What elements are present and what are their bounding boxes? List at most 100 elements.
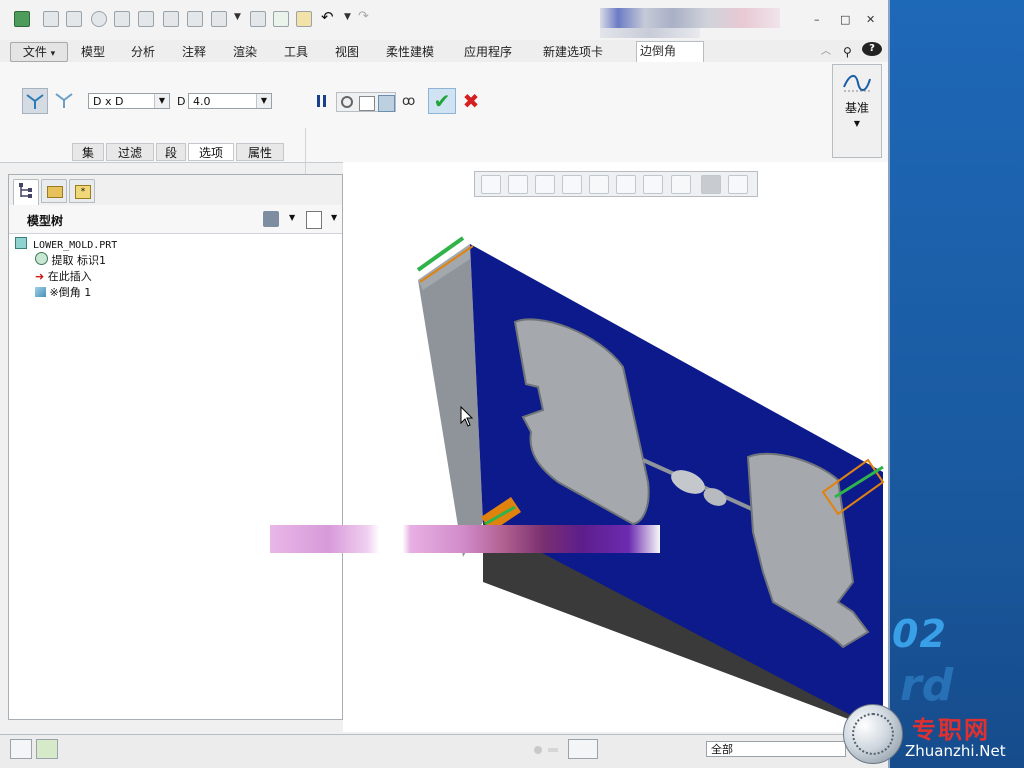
favorites-icon: *: [75, 185, 91, 199]
site-name-cn: 专职网: [912, 716, 990, 744]
tree-item-label: 提取 标识1: [51, 254, 107, 267]
model-tree-header: 模型树 ▼ ▼: [9, 205, 342, 234]
tab-model-tree[interactable]: [13, 179, 39, 205]
brand-number: 02: [892, 612, 947, 656]
edit-icon[interactable]: [250, 11, 266, 27]
chevron-down-icon[interactable]: ▼: [331, 213, 337, 222]
chevron-down-icon[interactable]: ▼: [234, 12, 242, 28]
partial-preview-icon[interactable]: [359, 96, 375, 111]
subtab-sets[interactable]: 集: [72, 143, 104, 161]
progress-bar: [548, 748, 558, 752]
tree-icon: [19, 183, 32, 198]
tab-tools[interactable]: 工具: [281, 43, 311, 61]
mold-model: [416, 236, 885, 732]
saved-views-icon[interactable]: [616, 175, 636, 194]
tree-item-extract[interactable]: 提取 标识1: [35, 252, 106, 268]
tree-item-label: 在此插入: [47, 270, 92, 283]
creo-window: ▼ ↶ ▼ ↷ – □ ✕ 文件 ▾ 模型 分析 注释 渲染 工具 视图 柔性建…: [0, 0, 890, 768]
new-file-icon[interactable]: [43, 11, 59, 27]
datum-button[interactable]: 基准 ▼: [832, 64, 882, 158]
verify-icon[interactable]: [273, 11, 289, 27]
datum-display-icon[interactable]: [671, 175, 691, 194]
tab-favorites[interactable]: *: [69, 179, 95, 203]
tab-new-tab[interactable]: 新建选项卡: [540, 43, 606, 61]
tree-settings-icon[interactable]: [263, 211, 279, 227]
tree-item-part[interactable]: LOWER_MOLD.PRT: [15, 237, 117, 251]
constant-round-icon[interactable]: [22, 88, 48, 114]
display-style-icon[interactable]: [589, 175, 609, 194]
insert-here-arrow-icon: ➜: [35, 270, 45, 283]
close-button[interactable]: ✕: [866, 13, 875, 26]
repaint-icon[interactable]: [562, 175, 582, 194]
tab-file[interactable]: 文件 ▾: [10, 42, 68, 62]
search-icon[interactable]: ⚲: [840, 43, 855, 61]
windows-icon[interactable]: [211, 11, 227, 27]
accept-button[interactable]: ✔: [428, 88, 456, 114]
help-icon[interactable]: ?: [862, 42, 882, 56]
tab-edge-round[interactable]: 边倒角: [636, 41, 704, 62]
zoom-in-icon[interactable]: [508, 175, 528, 194]
no-preview-icon[interactable]: [341, 96, 353, 108]
d-label: D: [177, 95, 186, 108]
tab-analysis[interactable]: 分析: [128, 43, 158, 61]
spin-center-icon[interactable]: [728, 175, 748, 194]
tree-item-label: ※倒角 1: [49, 286, 92, 299]
pause-icon[interactable]: [316, 94, 328, 108]
app-logo-icon[interactable]: [14, 11, 30, 27]
graphics-toolbar: [474, 171, 758, 197]
d-value-combo[interactable]: 4.0 ▼: [188, 93, 272, 109]
regenerate-icon[interactable]: [138, 11, 154, 27]
show-navigator-icon[interactable]: [10, 739, 32, 759]
part-icon: [15, 237, 27, 249]
zoom-out-icon[interactable]: [535, 175, 555, 194]
tree-item-insert-here[interactable]: ➜ 在此插入: [35, 268, 92, 284]
open-file-icon[interactable]: [66, 11, 82, 27]
open-folder-icon[interactable]: [296, 11, 312, 27]
tree-item-round[interactable]: ※倒角 1: [35, 284, 91, 300]
restore-button[interactable]: □: [840, 13, 850, 26]
verify-mode-icon[interactable]: ꝏ: [402, 94, 415, 109]
quick-access-toolbar: ▼ ↶ ▼ ↷ – □ ✕: [0, 0, 888, 40]
refit-icon[interactable]: [481, 175, 501, 194]
tab-folder-browser[interactable]: [41, 179, 67, 203]
undo-icon[interactable]: ↶: [321, 8, 337, 26]
minimize-button[interactable]: –: [814, 13, 820, 26]
tab-flexible-modeling[interactable]: 柔性建模: [383, 43, 437, 61]
set-mode-combo[interactable]: D x D ▼: [88, 93, 170, 109]
show-icon[interactable]: [306, 211, 322, 229]
subtab-properties[interactable]: 属性: [236, 143, 284, 161]
chevron-down-icon[interactable]: ▼: [289, 213, 295, 222]
save-icon[interactable]: [114, 11, 130, 27]
show-browser-icon[interactable]: [36, 739, 58, 759]
annotation-display-icon[interactable]: [701, 175, 721, 194]
tab-render[interactable]: 渲染: [230, 43, 260, 61]
record-icon[interactable]: [91, 11, 107, 27]
subtab-pieces[interactable]: 段: [156, 143, 186, 161]
site-name-en: Zhuanzhi.Net: [905, 742, 1006, 760]
redo-icon[interactable]: ↷: [358, 9, 374, 25]
chevron-down-icon[interactable]: ▼: [344, 12, 352, 28]
navigator-panel: * 模型树 ▼ ▼ LOWER_MOLD.PRT 提取 标识1 ➜ 在此插入 ※…: [8, 174, 343, 720]
folder-icon: [47, 186, 63, 198]
brand-rd-text: rd: [900, 660, 954, 711]
subtab-options[interactable]: 选项: [188, 143, 234, 161]
tab-annotate[interactable]: 注释: [179, 43, 209, 61]
blurred-title: [600, 8, 780, 28]
tab-view[interactable]: 视图: [332, 43, 362, 61]
view-manager-icon[interactable]: [643, 175, 663, 194]
tab-applications[interactable]: 应用程序: [461, 43, 515, 61]
copy-icon[interactable]: [163, 11, 179, 27]
blurred-overlay: [270, 525, 660, 553]
set-round-icon[interactable]: [52, 88, 76, 112]
tree-item-label: LOWER_MOLD.PRT: [33, 240, 118, 251]
selection-filter[interactable]: 全部: [706, 741, 846, 757]
subtab-filter[interactable]: 过滤: [106, 143, 154, 161]
full-preview-icon[interactable]: [378, 95, 395, 112]
graphics-area[interactable]: [343, 162, 888, 732]
navigator-tabs: *: [9, 175, 342, 206]
paste-icon[interactable]: [187, 11, 203, 27]
find-icon[interactable]: [568, 739, 598, 759]
cancel-button[interactable]: ✖: [461, 89, 481, 113]
collapse-ribbon-icon[interactable]: ︿: [818, 43, 834, 61]
tab-model[interactable]: 模型: [78, 43, 108, 61]
